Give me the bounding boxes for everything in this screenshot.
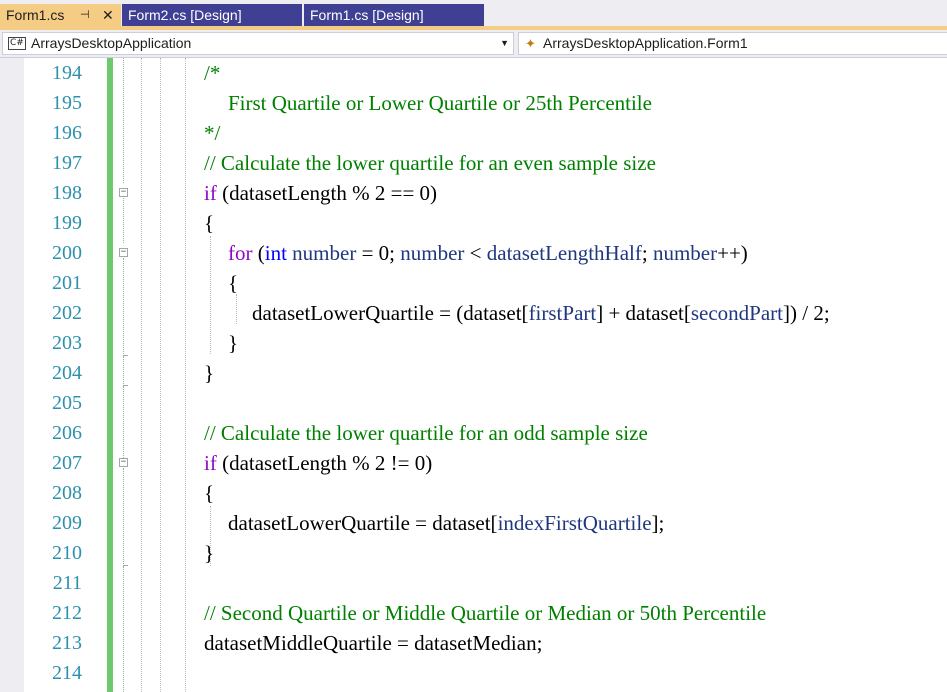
collapse-icon[interactable]: − [119,188,128,197]
tab-form1-cs[interactable]: Form1.cs ⊣ ✕ [0,4,121,26]
project-dropdown[interactable]: C# ArraysDesktopApplication ▼ [2,32,514,55]
tab-form2-design[interactable]: Form2.cs [Design] [122,4,302,26]
code-text: (datasetLength % 2 != 0) [216,451,433,475]
indent-guide [185,58,186,692]
code-line: First Quartile or Lower Quartile or 25th… [228,91,652,115]
close-icon[interactable]: ✕ [102,4,114,26]
editor-left-margin [0,58,24,692]
outline-line [123,356,125,386]
csharp-project-icon: C# [8,37,26,50]
identifier-number: number [652,241,718,265]
line-number: 197 [52,152,82,174]
line-number: 214 [52,662,82,684]
outline-line [123,258,125,356]
code-line: datasetLowerQuartile = dataset[indexFirs… [228,508,664,538]
code-text: ]; [651,511,665,535]
code-line: if (datasetLength % 2 != 0) [204,448,432,478]
identifier-number: number [292,241,357,265]
line-number: 209 [52,512,82,534]
identifier-first-part: firstPart [528,301,597,325]
code-line: } [204,361,215,385]
code-line: if (datasetLength % 2 == 0) [204,178,437,208]
code-text: datasetLowerQuartile = dataset[ [228,511,498,535]
keyword-int: int [264,241,287,265]
line-number: 202 [52,302,82,324]
code-text: ] + dataset[ [596,301,691,325]
code-text: datasetLowerQuartile = (dataset[ [252,301,529,325]
indent-guide [141,58,142,692]
line-number: 200 [52,242,82,264]
code-text: ( [252,241,265,265]
code-text: ++) [717,241,748,265]
line-number: 194 [52,62,82,84]
document-tab-strip: Form1.cs ⊣ ✕ Form2.cs [Design] Form1.cs … [0,0,947,30]
code-text: ]) / 2; [783,301,830,325]
code-line: } [228,331,239,355]
change-tracking-bar [107,58,113,692]
navigation-bar: C# ArraysDesktopApplication ▼ ✦ ArraysDe… [0,30,947,58]
line-number: 210 [52,542,82,564]
code-line: { [228,271,239,295]
outline-line [123,198,125,243]
project-name: ArraysDesktopApplication [31,35,192,51]
code-line: // Calculate the lower quartile for an o… [204,421,648,445]
outline-line [123,468,125,566]
code-line: /* [204,61,221,85]
code-line: { [204,211,215,235]
code-line: datasetLowerQuartile = (dataset[firstPar… [252,298,830,328]
outline-line [123,386,125,458]
code-text: (datasetLength % 2 == 0) [216,181,438,205]
indent-guide [210,236,211,354]
code-line: */ [204,121,221,145]
line-number: 196 [52,122,82,144]
member-dropdown[interactable]: ✦ ArraysDesktopApplication.Form1 [518,32,947,55]
tab-form1-design[interactable]: Form1.cs [Design] [304,4,484,26]
code-text: < [464,241,487,265]
collapse-icon[interactable]: − [119,248,128,257]
line-number: 199 [52,212,82,234]
class-icon: ✦ [525,36,536,51]
line-number: 195 [52,92,82,114]
code-text: ; [641,241,653,265]
code-line: datasetMiddleQuartile = datasetMedian; [204,631,543,655]
line-number: 211 [52,572,82,594]
tab-label: Form2.cs [Design] [128,7,242,23]
code-line: } [204,541,215,565]
line-number: 201 [52,272,82,294]
line-number: 212 [52,602,82,624]
keyword-if: if [204,451,217,475]
identifier-second-part: secondPart [690,301,784,325]
pin-icon[interactable]: ⊣ [80,4,90,26]
code-line: // Second Quartile or Middle Quartile or… [204,601,767,625]
keyword-if: if [204,181,217,205]
line-number: 213 [52,632,82,654]
line-number: 208 [52,482,82,504]
identifier-dataset-length-half: datasetLengthHalf [486,241,642,265]
code-text: = 0; [356,241,401,265]
outline-line [123,58,125,183]
indent-guide [236,294,237,324]
line-number: 198 [52,182,82,204]
code-line: { [204,481,215,505]
code-line: // Calculate the lower quartile for an e… [204,151,656,175]
collapse-icon[interactable]: − [119,458,128,467]
line-number: 206 [52,422,82,444]
member-name: ArraysDesktopApplication.Form1 [543,35,748,51]
tab-label: Form1.cs [6,7,65,23]
line-number: 205 [52,392,82,414]
line-number: 207 [52,452,82,474]
code-editor[interactable]: 194 195 196 197 198 199 200 201 202 203 … [0,58,947,692]
tab-label: Form1.cs [Design] [310,7,424,23]
outline-line [123,566,125,692]
code-line: for (int number = 0; number < datasetLen… [228,238,748,268]
indent-guide [160,58,161,692]
identifier-index-first-quartile: indexFirstQuartile [497,511,652,535]
line-number: 203 [52,332,82,354]
line-number: 204 [52,362,82,384]
keyword-for: for [228,241,253,265]
identifier-number: number [400,241,465,265]
chevron-down-icon: ▼ [500,38,509,48]
